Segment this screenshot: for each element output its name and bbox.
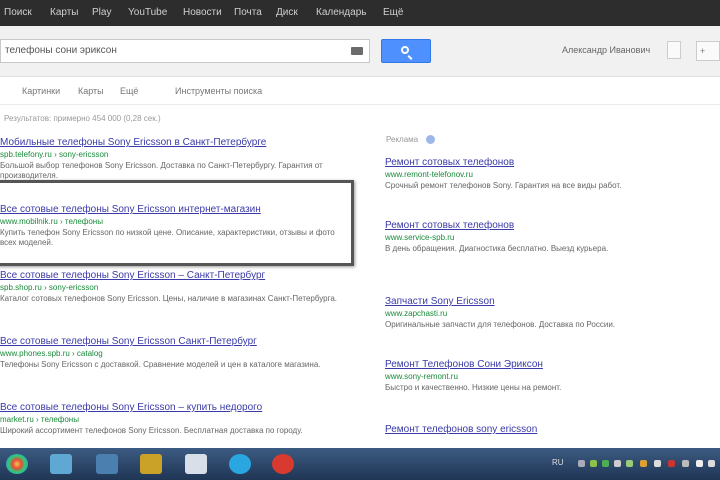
folder-app-icon[interactable]	[185, 454, 207, 474]
result-snippet: Телефоны Sony Ericsson с доставкой. Срав…	[0, 360, 321, 369]
topbar-link-more[interactable]: Ещё	[383, 7, 403, 18]
ad-url: www.zapchasti.ru	[385, 309, 448, 318]
topbar-link-play[interactable]: Play	[92, 7, 111, 18]
skype-icon[interactable]	[229, 454, 251, 474]
result-title-link[interactable]: Все сотовые телефоны Sony Ericsson – Сан…	[0, 270, 345, 283]
result-title-link[interactable]: Мобильные телефоны Sony Ericsson в Санкт…	[0, 137, 345, 150]
result-stats: Результатов: примерно 454 000 (0,28 сек.…	[4, 114, 161, 123]
network-app-icon[interactable]	[50, 454, 72, 474]
search-query-text: телефоны сони эриксон	[5, 45, 117, 56]
ad-title-link[interactable]: Ремонт сотовых телефонов	[385, 220, 625, 233]
tray-icon[interactable]	[654, 460, 661, 467]
tab-more[interactable]: Ещё	[120, 86, 138, 96]
ad-url: www.service-spb.ru	[385, 233, 455, 242]
ad-title-link[interactable]: Ремонт сотовых телефонов	[385, 157, 625, 170]
search-result: Мобильные телефоны Sony Ericsson в Санкт…	[0, 137, 345, 181]
topbar-link-search[interactable]: Поиск	[4, 7, 32, 18]
tray-icon[interactable]	[682, 460, 689, 467]
tab-images[interactable]: Картинки	[22, 86, 60, 96]
ad-snippet: В день обращения. Диагностика бесплатно.…	[385, 244, 609, 253]
result-snippet: Большой выбор телефонов Sony Ericsson. Д…	[0, 161, 323, 180]
share-button[interactable]: +	[696, 41, 720, 61]
tray-icon[interactable]	[602, 460, 609, 467]
ad-item: Ремонт Телефонов Сони Эриксон www.sony-r…	[385, 359, 625, 413]
opera-browser-icon[interactable]	[272, 454, 294, 474]
notifications-button[interactable]	[667, 41, 681, 59]
magnifier-icon	[401, 46, 409, 54]
tray-icon[interactable]	[668, 460, 675, 467]
search-result: Все сотовые телефоны Sony Ericsson – Сан…	[0, 270, 345, 314]
tab-maps[interactable]: Карты	[78, 86, 104, 96]
topbar-link-calendar[interactable]: Календарь	[316, 7, 366, 18]
tray-icon[interactable]	[578, 460, 585, 467]
ad-item: Запчасти Sony Ericsson www.zapchasti.ru …	[385, 296, 625, 350]
topbar-link-youtube[interactable]: YouTube	[128, 7, 167, 18]
ad-item: Ремонт сотовых телефонов www.service-spb…	[385, 220, 625, 284]
google-top-bar: Поиск Карты Play YouTube Новости Почта Д…	[0, 0, 720, 26]
tab-search-tools[interactable]: Инструменты поиска	[175, 86, 262, 96]
ad-title-link[interactable]: Ремонт телефонов sony ericsson	[385, 424, 625, 437]
volume-icon[interactable]	[696, 460, 703, 467]
search-button[interactable]	[381, 39, 431, 63]
ad-item: Ремонт сотовых телефонов www.remont-tele…	[385, 157, 625, 211]
search-input[interactable]: телефоны сони эриксон	[0, 39, 370, 63]
people-app-icon[interactable]	[96, 454, 118, 474]
result-url: www.phones.spb.ru › catalog	[0, 349, 103, 358]
tray-icon[interactable]	[614, 460, 621, 467]
game-app-icon[interactable]	[140, 454, 162, 474]
tray-icon[interactable]	[626, 460, 633, 467]
language-indicator[interactable]: RU	[552, 458, 564, 467]
search-result: Все сотовые телефоны Sony Ericsson Санкт…	[0, 336, 345, 380]
tray-icon[interactable]	[640, 460, 647, 467]
ad-title-link[interactable]: Ремонт Телефонов Сони Эриксон	[385, 359, 625, 372]
clock-icon[interactable]	[708, 460, 715, 467]
user-name[interactable]: Александр Иванович	[562, 45, 650, 55]
start-button-icon[interactable]	[6, 454, 28, 474]
result-title-link[interactable]: Все сотовые телефоны Sony Ericsson Санкт…	[0, 336, 345, 349]
ad-item: Ремонт телефонов sony ericsson	[385, 424, 625, 437]
ad-url: www.sony-remont.ru	[385, 372, 458, 381]
highlight-frame	[0, 180, 354, 266]
result-url: market.ru › телефоны	[0, 415, 79, 424]
topbar-link-drive[interactable]: Диск	[276, 7, 298, 18]
tray-icon[interactable]	[590, 460, 597, 467]
search-tabs: Картинки Карты Ещё Инструменты поиска	[0, 78, 720, 105]
search-header: телефоны сони эриксон Александр Иванович…	[0, 26, 720, 77]
ad-url: www.remont-telefonov.ru	[385, 170, 473, 179]
keyboard-icon[interactable]	[351, 47, 363, 55]
topbar-link-mail[interactable]: Почта	[234, 7, 262, 18]
result-title-link[interactable]: Все сотовые телефоны Sony Ericsson – куп…	[0, 402, 345, 415]
topbar-link-news[interactable]: Новости	[183, 7, 222, 18]
ads-label: Реклама	[386, 135, 419, 144]
ad-snippet: Оригинальные запчасти для телефонов. Дос…	[385, 320, 616, 329]
result-url: spb.shop.ru › sony-ericsson	[0, 283, 99, 292]
result-url: spb.telefony.ru › sony-ericsson	[0, 150, 109, 159]
topbar-link-maps[interactable]: Карты	[50, 7, 79, 18]
windows-taskbar: RU	[0, 448, 720, 480]
ad-snippet: Срочный ремонт телефонов Sony. Гарантия …	[385, 181, 622, 190]
result-snippet: Широкий ассортимент телефонов Sony Erics…	[0, 426, 303, 435]
search-result: Все сотовые телефоны Sony Ericsson – куп…	[0, 402, 345, 446]
ad-snippet: Быстро и качественно. Низкие цены на рем…	[385, 383, 562, 392]
result-snippet: Каталог сотовых телефонов Sony Ericsson.…	[0, 294, 338, 303]
info-icon[interactable]	[426, 135, 435, 144]
ad-title-link[interactable]: Запчасти Sony Ericsson	[385, 296, 625, 309]
